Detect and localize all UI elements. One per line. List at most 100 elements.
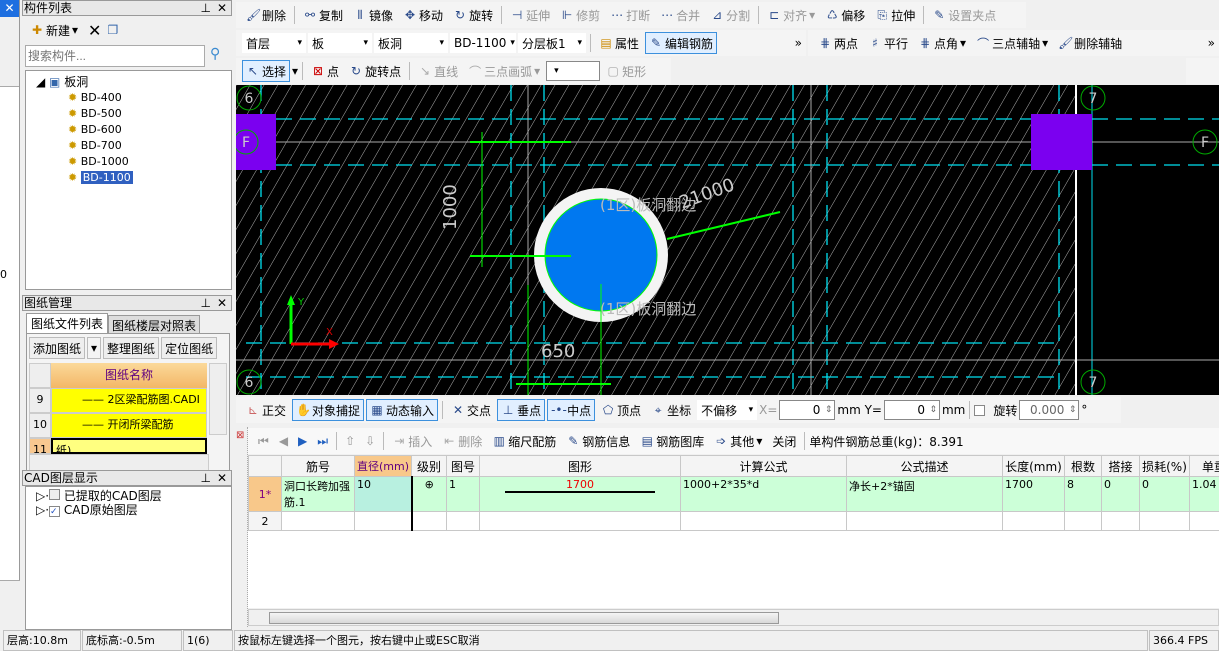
add-drawing-button[interactable]: 添加图纸: [29, 337, 86, 359]
table-cell[interactable]: [1101, 511, 1140, 531]
midpoint-button[interactable]: -•- 中点: [547, 399, 596, 421]
new-button[interactable]: ✚ 新建 ▾: [26, 19, 82, 41]
table-row[interactable]: 1* 洞口长跨加强筋.1 10 ⊕ 1 1700 1000+2*35*d 净长+2*锚固 170…: [248, 476, 1219, 512]
select-button[interactable]: ↖ 选择: [242, 60, 291, 82]
aux-axis-button-4[interactable]: 🖌 删除辅轴: [1054, 32, 1126, 54]
col-header[interactable]: 公式描述: [846, 455, 1003, 477]
toolbar-button-2[interactable]: ⫴ 镜像: [349, 4, 397, 26]
component-select[interactable]: BD-1100: [450, 33, 516, 53]
toolbar-button-6[interactable]: ⊩ 修剪: [556, 4, 604, 26]
last-button[interactable]: ⏭: [313, 430, 332, 452]
col-header[interactable]: 根数: [1064, 455, 1102, 477]
close-button[interactable]: 关闭: [768, 430, 800, 452]
offset-select[interactable]: 不偏移: [697, 400, 758, 420]
pin-icon[interactable]: ⊥: [201, 1, 211, 15]
line-button[interactable]: ↘ 直线: [414, 60, 462, 82]
col-header[interactable]: 计算公式: [680, 455, 847, 477]
delete-icon[interactable]: ✕: [88, 21, 101, 40]
properties-button[interactable]: ▤ 属性: [595, 32, 643, 54]
toolbar-button-12[interactable]: ⎘ 拉伸: [871, 4, 919, 26]
checkbox-checked[interactable]: ✓: [49, 506, 61, 517]
move-down-button[interactable]: ⇩: [361, 430, 379, 452]
layer-select[interactable]: 分层板1: [518, 33, 586, 53]
toolbar-button-13[interactable]: ✎ 设置夹点: [928, 4, 1000, 26]
more-icon[interactable]: »: [795, 36, 806, 50]
coord-button[interactable]: ⌖ 坐标: [647, 399, 695, 421]
toolbar-button-0[interactable]: 🖌 删除: [242, 4, 290, 26]
floor-select[interactable]: 首层: [242, 33, 306, 53]
close-icon[interactable]: ✕: [217, 1, 227, 15]
col-header[interactable]: 损耗(%): [1139, 455, 1190, 477]
table-cell[interactable]: 净长+2*锚固: [846, 476, 1003, 512]
more-icon[interactable]: »: [1208, 36, 1219, 50]
table-cell[interactable]: [1064, 511, 1102, 531]
layer-extracted[interactable]: ▷· 已提取的CAD图层: [36, 489, 231, 503]
col-header[interactable]: 级别: [411, 455, 447, 477]
layer-original[interactable]: ▷·✓ CAD原始图层: [36, 503, 231, 517]
prev-button[interactable]: ◀: [275, 430, 292, 452]
rect-button[interactable]: ▢ 矩形: [602, 60, 650, 82]
perpendicular-button[interactable]: ⊥ 垂点: [497, 399, 546, 421]
toolbar-button-9[interactable]: ⊿ 分割: [706, 4, 754, 26]
table-cell[interactable]: [354, 511, 413, 531]
close-icon[interactable]: ⊠: [236, 430, 244, 441]
col-header[interactable]: 单重: [1189, 455, 1219, 477]
toolbar-button-3[interactable]: ✥ 移动: [399, 4, 447, 26]
tree-item[interactable]: ✹ BD-1000: [26, 154, 231, 170]
rotate-input[interactable]: 0.000: [1019, 400, 1080, 420]
tree-item[interactable]: ✹ BD-700: [26, 138, 231, 154]
tree-item[interactable]: ✹ BD-400: [26, 90, 231, 106]
rotate-point-button[interactable]: ↻ 旋转点: [345, 60, 405, 82]
table-cell[interactable]: 1: [446, 476, 480, 512]
drawing-row[interactable]: 9 —— 2区梁配筋图.CADI: [29, 388, 207, 413]
horizontal-scrollbar[interactable]: [248, 609, 1219, 626]
toolbar-button-10[interactable]: ⊏ 对齐 ▾: [763, 4, 819, 26]
drawing-row[interactable]: 10—— 开闭所梁配筋图.CADI: [29, 413, 207, 453]
intersection-button[interactable]: ✕ 交点: [447, 399, 495, 421]
col-header[interactable]: 图形: [479, 455, 681, 477]
table-cell[interactable]: 0: [1101, 476, 1140, 512]
x-input[interactable]: 0: [779, 400, 836, 420]
rebar-library-button[interactable]: ▤ 钢筋图库: [636, 430, 708, 452]
table-row[interactable]: 2: [248, 511, 1219, 531]
search-icon[interactable]: ⚲: [210, 46, 220, 62]
vertical-scrollbar[interactable]: [209, 363, 227, 435]
table-cell[interactable]: 0: [1139, 476, 1190, 512]
table-cell[interactable]: 8: [1064, 476, 1102, 512]
col-header[interactable]: 图号: [446, 455, 480, 477]
aux-axis-button-0[interactable]: ⋕ 两点: [814, 32, 862, 54]
table-cell[interactable]: [1002, 511, 1065, 531]
table-cell[interactable]: 10: [354, 476, 413, 512]
ortho-button[interactable]: ⊾ 正交: [242, 399, 290, 421]
table-cell[interactable]: [680, 511, 847, 531]
rotate-checkbox[interactable]: [974, 404, 986, 416]
subtype-select[interactable]: 板洞: [374, 33, 448, 53]
table-cell[interactable]: ⊕: [411, 476, 447, 512]
col-header[interactable]: 直径(mm): [354, 455, 412, 477]
arc-button[interactable]: ⌒ 三点画弧 ▾: [464, 60, 544, 82]
table-cell[interactable]: 1.04: [1189, 476, 1219, 512]
add-drawing-dropdown[interactable]: ▾: [87, 337, 102, 359]
edit-rebar-button[interactable]: ✎ 编辑钢筋: [645, 32, 718, 54]
table-cell[interactable]: 洞口长跨加强筋.1: [281, 476, 355, 512]
table-cell[interactable]: 2: [248, 511, 282, 531]
pin-icon[interactable]: ⊥: [201, 296, 211, 310]
table-cell[interactable]: 1*: [248, 476, 282, 512]
tab-drawing-files[interactable]: 图纸文件列表: [26, 313, 109, 333]
tree-item[interactable]: ✹ BD-1100: [26, 170, 231, 186]
delete-row-button[interactable]: ⇤ 删除: [438, 430, 486, 452]
toolbar-button-4[interactable]: ↻ 旋转: [449, 4, 497, 26]
toolbar-button-11[interactable]: ♺ 偏移: [821, 4, 869, 26]
vertex-button[interactable]: ⬠ 顶点: [597, 399, 645, 421]
aux-axis-button-2[interactable]: ⋕ 点角 ▾: [914, 32, 970, 54]
insert-button[interactable]: ⇥ 插入: [388, 430, 436, 452]
object-snap-button[interactable]: ✋ 对象捕捉: [292, 399, 365, 421]
toolbar-button-8[interactable]: ⋯ 合并: [656, 4, 704, 26]
next-button[interactable]: ▶: [294, 430, 311, 452]
toolbar-button-5[interactable]: ⊣ 延伸: [506, 4, 554, 26]
column-right[interactable]: [1031, 114, 1092, 170]
table-cell[interactable]: [479, 511, 681, 531]
aux-axis-button-1[interactable]: ♯ 平行: [864, 32, 912, 54]
copy-icon[interactable]: ❐: [107, 23, 118, 37]
point-button[interactable]: ⊠ 点: [307, 60, 343, 82]
